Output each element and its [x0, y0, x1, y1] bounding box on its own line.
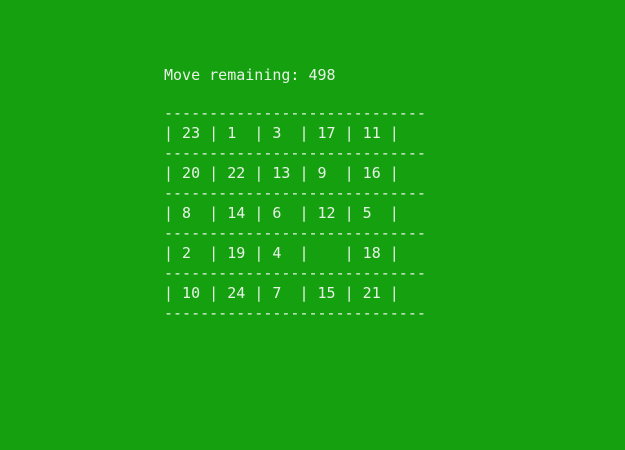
board-cell[interactable]: 7 — [263, 283, 299, 303]
cell-divider: | — [299, 244, 309, 262]
board-cell[interactable]: 1 — [218, 123, 254, 143]
board-cell[interactable]: 8 — [173, 203, 209, 223]
cell-divider: | — [389, 124, 399, 142]
board-cell[interactable]: 21 — [354, 283, 390, 303]
board-cell[interactable]: 16 — [354, 163, 390, 183]
moves-status: Move remaining: 498 — [164, 65, 336, 85]
board-cell[interactable]: 12 — [309, 203, 345, 223]
board-cell[interactable]: 23 — [173, 123, 209, 143]
board-row: | 20 | 22 | 13 | 9 | 16 | — [164, 163, 426, 183]
board-cell[interactable]: 10 — [173, 283, 209, 303]
board-cell-empty[interactable] — [309, 243, 345, 263]
board-separator: ----------------------------- — [164, 184, 426, 202]
board-cell[interactable]: 5 — [354, 203, 390, 223]
cell-divider: | — [344, 124, 354, 142]
cell-divider: | — [299, 164, 309, 182]
cell-divider: | — [209, 284, 219, 302]
cell-divider: | — [389, 164, 399, 182]
board-separator: ----------------------------- — [164, 224, 426, 242]
board-separator: ----------------------------- — [164, 264, 426, 282]
cell-divider: | — [164, 204, 174, 222]
cell-divider: | — [209, 124, 219, 142]
board-separator: ----------------------------- — [164, 304, 426, 322]
board-cell[interactable]: 17 — [309, 123, 345, 143]
puzzle-board: ----------------------------- | 23 | 1 | … — [164, 103, 426, 323]
cell-divider: | — [389, 204, 399, 222]
board-cell[interactable]: 18 — [354, 243, 390, 263]
board-cell[interactable]: 4 — [263, 243, 299, 263]
cell-divider: | — [164, 124, 174, 142]
board-cell[interactable]: 15 — [309, 283, 345, 303]
board-cell[interactable]: 22 — [218, 163, 254, 183]
cell-divider: | — [209, 244, 219, 262]
cell-divider: | — [254, 284, 264, 302]
board-separator: ----------------------------- — [164, 144, 426, 162]
cell-divider: | — [209, 204, 219, 222]
board-cell[interactable]: 11 — [354, 123, 390, 143]
cell-divider: | — [164, 244, 174, 262]
cell-divider: | — [254, 244, 264, 262]
cell-divider: | — [389, 284, 399, 302]
cell-divider: | — [164, 284, 174, 302]
cell-divider: | — [299, 204, 309, 222]
cell-divider: | — [389, 244, 399, 262]
board-cell[interactable]: 24 — [218, 283, 254, 303]
moves-label: Move remaining: — [164, 66, 300, 84]
board-cell[interactable]: 13 — [263, 163, 299, 183]
cell-divider: | — [164, 164, 174, 182]
board-row: | 23 | 1 | 3 | 17 | 11 | — [164, 123, 426, 143]
cell-divider: | — [344, 244, 354, 262]
cell-divider: | — [344, 284, 354, 302]
cell-divider: | — [299, 284, 309, 302]
board-cell[interactable]: 20 — [173, 163, 209, 183]
board-cell[interactable]: 3 — [263, 123, 299, 143]
cell-divider: | — [344, 204, 354, 222]
board-cell[interactable]: 2 — [173, 243, 209, 263]
cell-divider: | — [254, 204, 264, 222]
board-separator: ----------------------------- — [164, 104, 426, 122]
cell-divider: | — [299, 124, 309, 142]
game-console: Move remaining: 498 --------------------… — [164, 0, 464, 450]
cell-divider: | — [254, 124, 264, 142]
board-row: | 8 | 14 | 6 | 12 | 5 | — [164, 203, 426, 223]
board-cell[interactable]: 9 — [309, 163, 345, 183]
board-row: | 2 | 19 | 4 | | 18 | — [164, 243, 426, 263]
cell-divider: | — [209, 164, 219, 182]
moves-remaining-value: 498 — [308, 66, 336, 84]
cell-divider: | — [344, 164, 354, 182]
board-cell[interactable]: 14 — [218, 203, 254, 223]
cell-divider: | — [254, 164, 264, 182]
board-row: | 10 | 24 | 7 | 15 | 21 | — [164, 283, 426, 303]
board-cell[interactable]: 19 — [218, 243, 254, 263]
board-cell[interactable]: 6 — [263, 203, 299, 223]
